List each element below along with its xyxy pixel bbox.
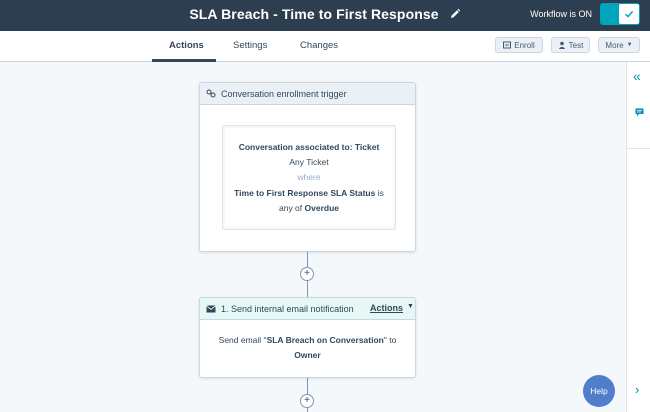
enrollment-trigger-icon [206,89,216,98]
tab-changes[interactable]: Changes [300,40,338,51]
trigger-header: Conversation enrollment trigger [200,83,415,105]
tabs-bar: Actions Settings Changes Enroll Test Mor… [0,31,650,62]
action-recipient: Owner [294,350,321,360]
caret-down-icon: ▼ [626,42,633,48]
action-description: Send email "SLA Breach on Conversation" … [218,335,397,345]
caret-down-icon[interactable]: ▼ [407,303,414,310]
add-action-button[interactable]: + [300,267,314,281]
actions-menu-button[interactable]: Actions [370,303,403,313]
double-chevron-left-icon[interactable]: « [633,68,641,84]
pencil-icon[interactable] [449,8,461,20]
action-card[interactable]: 1. Send internal email notification Acti… [199,297,416,378]
rail-divider [627,148,650,149]
person-icon [558,41,565,49]
more-label: More [605,40,624,50]
envelope-icon [206,304,216,312]
tab-actions[interactable]: Actions [169,40,204,51]
filter-value-line: any of Overdue [278,203,340,213]
association-line: Conversation associated to: Ticket [238,142,380,152]
workflow-toggle[interactable] [600,3,640,25]
workflow-status-label: Workflow is ON [530,9,592,19]
check-icon [624,10,634,18]
comment-icon[interactable] [635,108,644,117]
active-tab-indicator [152,59,216,62]
enroll-button[interactable]: Enroll [495,37,543,53]
tab-settings[interactable]: Settings [233,40,267,51]
where-line: where [297,172,321,182]
test-label: Test [568,40,584,50]
scope-line: Any Ticket [289,157,329,167]
enroll-icon [503,41,512,49]
trigger-filter-box[interactable]: Conversation associated to: Ticket Any T… [222,125,396,230]
add-action-button[interactable]: + [300,394,314,408]
filter-property-line: Time to First Response SLA Status is [234,188,384,198]
enroll-label: Enroll [514,40,535,50]
test-button[interactable]: Test [551,37,590,53]
enrollment-trigger-card[interactable]: Conversation enrollment trigger Conversa… [199,82,416,252]
trigger-title: Conversation enrollment trigger [221,88,347,99]
right-rail: « › [626,62,650,412]
more-button[interactable]: More ▼ [598,37,640,53]
toggle-knob [619,4,639,24]
workflow-header: SLA Breach - Time to First Response Work… [0,0,650,31]
action-title: 1. Send internal email notification [221,303,354,314]
help-button[interactable]: Help [583,375,615,407]
workflow-title: SLA Breach - Time to First Response [189,6,439,22]
action-header: 1. Send internal email notification Acti… [200,298,415,320]
chevron-right-icon[interactable]: › [635,382,639,397]
